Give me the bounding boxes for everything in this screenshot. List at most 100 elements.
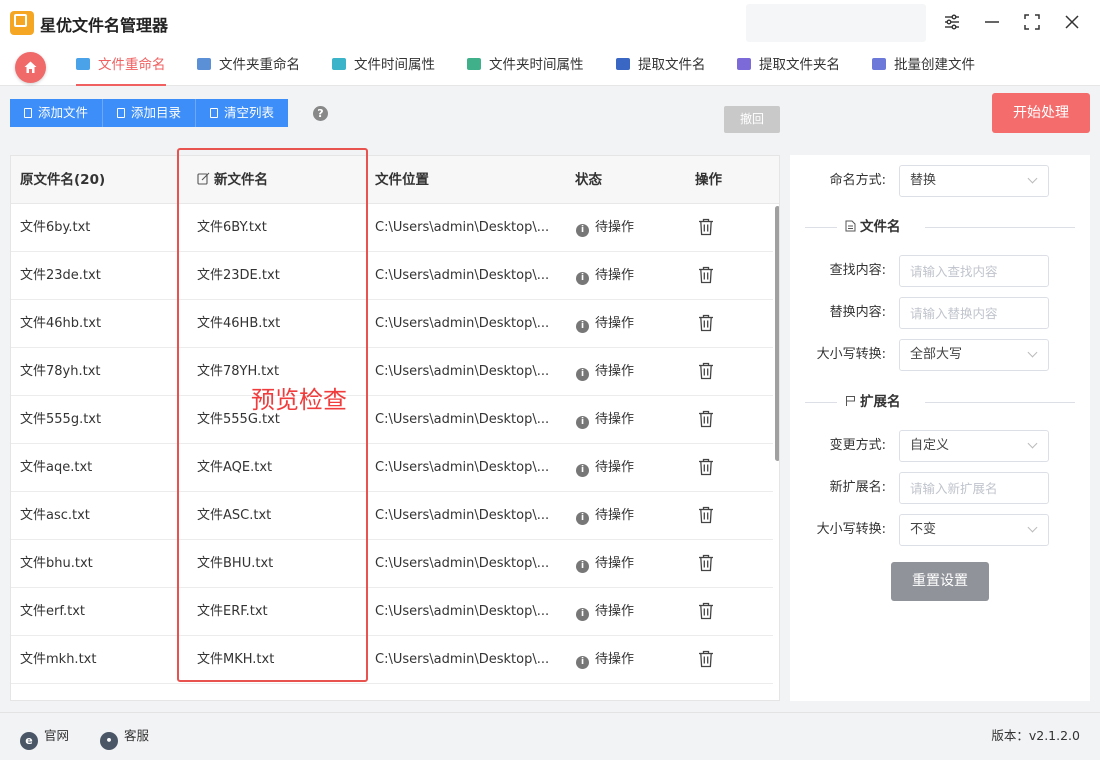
new-name-cell: 文件BHU.txt (197, 556, 274, 571)
tab-extract-filename[interactable]: 提取文件名 (616, 46, 706, 86)
info-icon: i (576, 560, 589, 573)
chevron-down-icon (1027, 347, 1038, 358)
delete-row-icon[interactable] (698, 362, 714, 380)
new-name-cell: 文件ERF.txt (197, 604, 268, 619)
table-row[interactable]: 文件555g.txt 文件555G.txt C:\Users\admin\Deskt… (11, 396, 773, 444)
chevron-down-icon (1027, 173, 1038, 184)
info-icon: i (576, 224, 589, 237)
info-icon: i (576, 464, 589, 477)
new-name-cell: 文件ASC.txt (197, 508, 272, 523)
home-button[interactable] (15, 52, 46, 83)
add-directory-button[interactable]: 添加目录 (103, 99, 197, 127)
file-icon (24, 108, 32, 118)
delete-row-icon[interactable] (698, 314, 714, 332)
table-row[interactable]: 文件78yh.txt 文件78YH.txt C:\Users\admin\Deskt… (11, 348, 773, 396)
reset-settings-button[interactable]: 重置设置 (891, 562, 989, 601)
replace-content-input[interactable] (899, 297, 1049, 329)
delete-row-icon[interactable] (698, 602, 714, 620)
status-cell: i 待操作 (576, 636, 634, 684)
trash-icon (210, 108, 219, 118)
add-file-button[interactable]: 添加文件 (10, 99, 104, 127)
new-name-cell: 文件6BY.txt (197, 220, 267, 235)
original-name-cell: 文件78yh.txt (20, 364, 101, 379)
original-name-cell: 文件46hb.txt (20, 316, 102, 331)
title-search-box[interactable] (746, 4, 926, 42)
ext-case-convert-label: 大小写转换: (816, 522, 886, 537)
ext-case-convert-select[interactable]: 不变 (899, 514, 1049, 546)
delete-row-icon[interactable] (698, 458, 714, 476)
header-original-name[interactable]: 原文件名(20) (20, 156, 105, 204)
title-bar: 星优文件名管理器 (0, 0, 1100, 46)
change-mode-select[interactable]: 自定义 (899, 430, 1049, 462)
settings-sliders-icon[interactable] (941, 12, 963, 34)
maximize-icon[interactable] (1021, 12, 1043, 34)
info-icon: i (576, 368, 589, 381)
status-cell: i 待操作 (576, 540, 634, 588)
table-row[interactable]: 文件23de.txt 文件23DE.txt C:\Users\admin\Deskt… (11, 252, 773, 300)
website-link[interactable]: e 官网 (20, 727, 69, 750)
original-name-cell: 文件23de.txt (20, 268, 101, 283)
case-convert-select[interactable]: 全部大写 (899, 339, 1049, 371)
file-time-icon (332, 58, 346, 70)
table-row[interactable]: 文件asc.txt 文件ASC.txt C:\Users\admin\Desktop… (11, 492, 773, 540)
delete-row-icon[interactable] (698, 266, 714, 284)
header-new-name[interactable]: 新文件名 (197, 156, 268, 204)
tab-folder-rename[interactable]: 文件夹重命名 (197, 46, 300, 86)
table-row[interactable]: 文件erf.txt 文件ERF.txt C:\Users\admin\Desktop… (11, 588, 773, 636)
tab-folder-time[interactable]: 文件夹时间属性 (467, 46, 584, 86)
table-row[interactable]: 文件mkh.txt 文件MKH.txt C:\Users\admin\Desktop… (11, 636, 773, 684)
info-icon: i (576, 512, 589, 525)
minimize-icon[interactable] (981, 12, 1003, 34)
new-name-cell: 文件MKH.txt (197, 652, 275, 667)
original-name-cell: 文件mkh.txt (20, 652, 97, 667)
tab-extract-foldername[interactable]: 提取文件夹名 (737, 46, 840, 86)
help-icon[interactable]: ? (313, 106, 328, 121)
clear-list-button[interactable]: 清空列表 (196, 99, 289, 127)
chevron-down-icon (1027, 522, 1038, 533)
naming-mode-select[interactable]: 替换 (899, 165, 1049, 197)
info-icon: i (576, 608, 589, 621)
status-cell: i 待操作 (576, 204, 634, 252)
location-cell: C:\Users\admin\Desktop\... (375, 652, 550, 667)
support-link[interactable]: • 客服 (100, 727, 149, 750)
close-icon[interactable] (1061, 12, 1083, 34)
location-cell: C:\Users\admin\Desktop\... (375, 220, 550, 235)
table-row[interactable]: 文件aqe.txt 文件AQE.txt C:\Users\admin\Desktop… (11, 444, 773, 492)
table-row[interactable]: 文件6by.txt 文件6BY.txt C:\Users\admin\Desktop… (11, 204, 773, 252)
case-convert-label: 大小写转换: (816, 347, 886, 362)
delete-row-icon[interactable] (698, 506, 714, 524)
delete-row-icon[interactable] (698, 650, 714, 668)
start-processing-button[interactable]: 开始处理 (992, 93, 1090, 133)
status-cell: i 待操作 (576, 588, 634, 636)
table-row[interactable]: 文件bhu.txt 文件BHU.txt C:\Users\admin\Desktop… (11, 540, 773, 588)
original-name-cell: 文件aqe.txt (20, 460, 93, 475)
header-location[interactable]: 文件位置 (375, 156, 429, 204)
status-cell: i 待操作 (576, 444, 634, 492)
new-extension-input[interactable] (899, 472, 1049, 504)
find-content-label: 查找内容: (829, 263, 886, 278)
app-window: 星优文件名管理器 文件重命名 文件夹重命名 文件时间属性 文件夹时间属性 提取文… (0, 0, 1100, 760)
table-scrollbar-thumb[interactable] (775, 206, 779, 461)
delete-row-icon[interactable] (698, 554, 714, 572)
header-status[interactable]: 状态 (575, 156, 602, 204)
table-row[interactable]: 文件46hb.txt 文件46HB.txt C:\Users\admin\Deskt… (11, 300, 773, 348)
document-icon (845, 220, 856, 232)
location-cell: C:\Users\admin\Desktop\... (375, 412, 550, 427)
delete-row-icon[interactable] (698, 410, 714, 428)
tab-batch-create[interactable]: 批量创建文件 (872, 46, 975, 86)
tab-file-rename[interactable]: 文件重命名 (76, 46, 166, 86)
extract-filename-icon (616, 58, 630, 70)
settings-panel: 命名方式: 替换 文件名 查找内容: 替换内容: 大小写转换: 全部大写 扩展名… (790, 155, 1090, 701)
find-content-input[interactable] (899, 255, 1049, 287)
undo-button[interactable]: 撤回 (724, 106, 780, 133)
delete-row-icon[interactable] (698, 218, 714, 236)
table-header: 原文件名(20) 新文件名 文件位置 状态 操作 (11, 156, 779, 204)
table-row-partial (11, 684, 773, 700)
batch-create-icon (872, 58, 886, 70)
extension-section-header: 扩展名 (805, 392, 1075, 412)
info-icon: i (576, 656, 589, 669)
naming-mode-label: 命名方式: (829, 173, 886, 188)
tab-file-time[interactable]: 文件时间属性 (332, 46, 435, 86)
chevron-down-icon (1027, 438, 1038, 449)
original-name-cell: 文件6by.txt (20, 220, 91, 235)
